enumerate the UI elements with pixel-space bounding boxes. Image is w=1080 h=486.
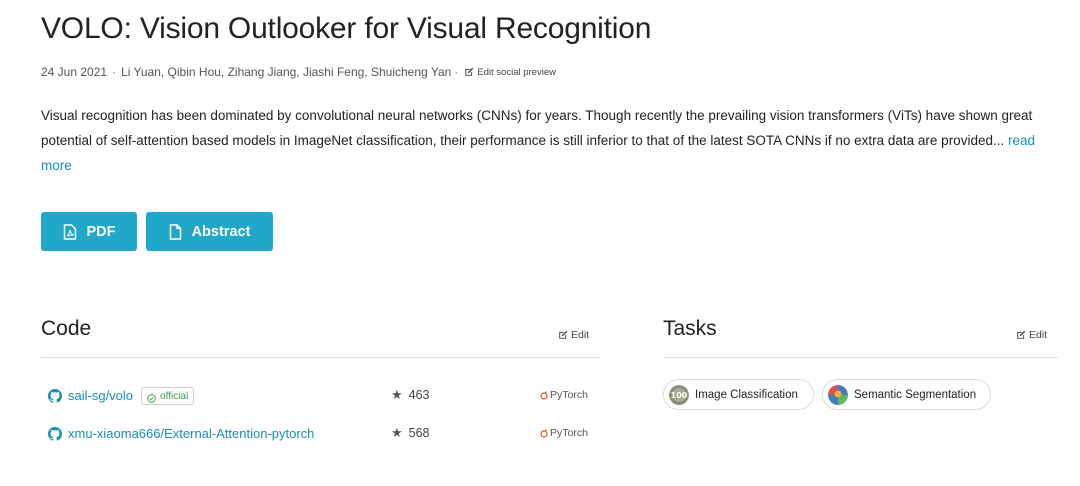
code-heading: Code xyxy=(41,317,92,340)
code-divider xyxy=(41,357,600,358)
pdf-button-label: PDF xyxy=(86,223,116,240)
pdf-file-icon xyxy=(63,223,76,240)
pdf-button[interactable]: PDF xyxy=(41,212,137,251)
check-circle-icon xyxy=(147,393,156,403)
edit-icon xyxy=(559,330,568,339)
semantic-segmentation-icon xyxy=(828,384,848,405)
pytorch-icon xyxy=(540,391,548,400)
task-label: Semantic Segmentation xyxy=(854,388,977,401)
task-chip-semantic-segmentation[interactable]: Semantic Segmentation xyxy=(822,379,991,410)
abstract-button[interactable]: Abstract xyxy=(146,212,273,251)
abstract-text: Visual recognition has been dominated by… xyxy=(41,103,1061,178)
repo-name: xmu-xiaoma666/External-Attention-pytorch xyxy=(68,426,315,441)
author-list[interactable]: Li Yuan, Qibin Hou, Zihang Jiang, Jiashi… xyxy=(121,65,451,79)
document-icon xyxy=(169,223,181,240)
tasks-edit-label: Edit xyxy=(1029,329,1048,341)
task-label: Image Classification xyxy=(695,388,798,401)
repo-name: sail-sg/volo xyxy=(68,388,134,403)
edit-icon xyxy=(1017,330,1026,339)
code-edit-button[interactable]: Edit xyxy=(558,329,589,341)
repo-link[interactable]: sail-sg/volo official xyxy=(48,385,195,406)
image-classification-icon: 100 xyxy=(669,384,689,405)
star-icon: ★ xyxy=(391,387,403,402)
edit-social-preview-label: Edit social preview xyxy=(477,66,556,78)
meta-separator: · xyxy=(112,65,117,79)
abstract-button-label: Abstract xyxy=(191,223,251,240)
star-icon: ★ xyxy=(391,425,403,440)
meta-separator: · xyxy=(454,65,459,79)
official-badge: official xyxy=(141,387,195,405)
tasks-divider xyxy=(663,357,1058,358)
paper-meta: 24 Jun 2021 · Li Yuan, Qibin Hou, Zihang… xyxy=(41,65,556,79)
framework-name: PyTorch xyxy=(550,427,588,439)
task-chip-image-classification[interactable]: 100 Image Classification xyxy=(663,379,814,410)
official-badge-label: official xyxy=(160,390,189,402)
framework-label: PyTorch xyxy=(540,427,588,439)
github-icon xyxy=(48,389,62,403)
svg-text:100: 100 xyxy=(671,391,688,400)
repo-stars: ★ 463 xyxy=(391,387,430,403)
page-title: VOLO: Vision Outlooker for Visual Recogn… xyxy=(41,12,652,45)
abstract-body: Visual recognition has been dominated by… xyxy=(41,108,1033,148)
framework-label: PyTorch xyxy=(540,389,588,401)
edit-icon xyxy=(465,67,474,76)
edit-social-preview-link[interactable]: Edit social preview xyxy=(464,67,556,78)
code-edit-label: Edit xyxy=(571,329,590,341)
tasks-edit-button[interactable]: Edit xyxy=(1016,329,1047,341)
framework-name: PyTorch xyxy=(550,389,588,401)
publication-date: 24 Jun 2021 xyxy=(41,65,108,79)
repo-stars: ★ 568 xyxy=(391,425,430,441)
repo-link[interactable]: xmu-xiaoma666/External-Attention-pytorch xyxy=(48,423,328,444)
star-count: 463 xyxy=(408,388,430,402)
tasks-heading: Tasks xyxy=(663,317,717,340)
star-count: 568 xyxy=(408,426,430,440)
pytorch-icon xyxy=(540,429,548,438)
